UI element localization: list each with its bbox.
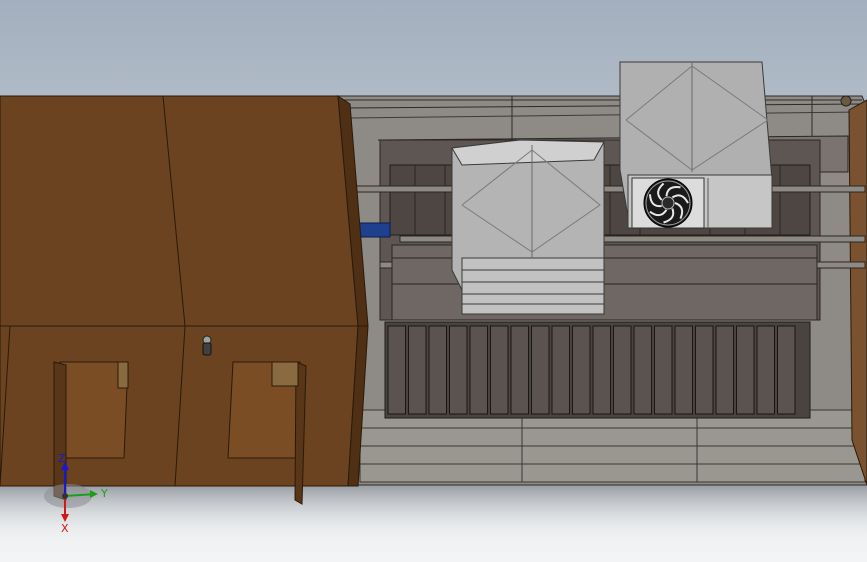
battery-cell [736,325,755,415]
battery-cell [633,325,652,415]
triad-x-label: X [61,522,69,535]
battery-cell [695,325,714,415]
battery-cell [551,325,570,415]
battery-cell [428,325,447,415]
battery-rack[interactable] [354,135,866,321]
cad-viewport[interactable]: Y Z X [0,0,867,562]
fan-icon [631,177,705,229]
battery-cell [490,325,509,415]
battery-cell [592,325,611,415]
battery-cell [387,325,406,415]
battery-cell [510,325,529,415]
battery-cell [715,325,734,415]
battery-cell [531,325,550,415]
bolt-top-right [840,95,852,107]
triad-y-label: Y [100,487,108,500]
battery-cell [654,325,673,415]
ground-shadow [0,480,867,540]
battery-cell [674,325,693,415]
battery-cell [449,325,468,415]
battery-cell [613,325,632,415]
battery-cell [777,325,796,415]
cabinet-left[interactable] [451,139,605,315]
battery-cell [469,325,488,415]
battery-cell [572,325,591,415]
right-frame-post[interactable] [848,99,867,486]
battery-cell [408,325,427,415]
battery-cell [756,325,775,415]
triad-z-label: Z [58,452,66,465]
door-latch[interactable] [202,335,212,356]
